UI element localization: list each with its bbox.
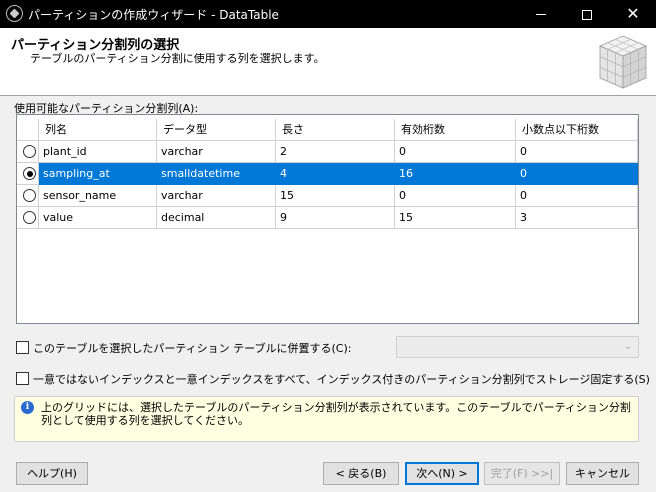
app-icon (6, 5, 23, 22)
scale-cell: 0 (516, 141, 638, 163)
grid-header-length[interactable]: 長さ (276, 119, 395, 141)
storage-align-option[interactable]: 一意ではないインデックスと一意インデックスをすべて、インデックス付きのパーティシ… (16, 370, 650, 388)
scale-cell: 0 (516, 163, 638, 185)
precision-cell: 15 (395, 207, 516, 229)
info-icon: i (21, 401, 34, 414)
window-title: パーティションの作成ウィザード - DataTable (28, 8, 279, 22)
row-select-cell[interactable] (17, 207, 39, 229)
storage-align-label[interactable]: 一意ではないインデックスと一意インデックスをすべて、インデックス付きのパーティシ… (33, 371, 650, 387)
close-button[interactable]: ✕ (610, 0, 656, 28)
row-radio[interactable] (23, 189, 36, 202)
precision-cell: 16 (395, 163, 516, 185)
data-type-cell: smalldatetime (157, 163, 276, 185)
collocate-label[interactable]: このテーブルを選択したパーティション テーブルに併置する(C): (33, 340, 351, 356)
partition-columns-grid[interactable]: 列名 データ型 長さ 有効桁数 小数点以下桁数 plant_id varchar… (16, 114, 639, 324)
title-bar: パーティションの作成ウィザード - DataTable ✕ (0, 0, 656, 28)
partition-cube-icon (598, 35, 648, 89)
minimize-button[interactable] (518, 0, 564, 28)
collocate-checkbox[interactable] (16, 341, 29, 354)
table-row[interactable]: sensor_name varchar 15 0 0 (17, 185, 638, 207)
cancel-button[interactable]: キャンセル (566, 462, 639, 485)
row-select-cell[interactable] (17, 185, 39, 207)
help-button[interactable]: ヘルプ(H) (16, 462, 88, 485)
collocate-table-combo[interactable]: ⌄ (396, 336, 639, 358)
grid-header-column-name[interactable]: 列名 (39, 119, 157, 141)
column-name-cell: sampling_at (39, 163, 157, 185)
length-cell: 9 (276, 207, 395, 229)
info-panel: i 上のグリッドには、選択したテーブルのパーティション分割列が表示されています。… (14, 396, 639, 442)
data-type-cell: decimal (157, 207, 276, 229)
chevron-down-icon: ⌄ (623, 341, 632, 352)
length-cell: 15 (276, 185, 395, 207)
maximize-icon (582, 9, 592, 20)
grid-header-select (17, 119, 39, 141)
precision-cell: 0 (395, 185, 516, 207)
next-button[interactable]: 次へ(N) > (405, 462, 479, 485)
column-name-cell: sensor_name (39, 185, 157, 207)
scale-cell: 0 (516, 185, 638, 207)
length-cell: 4 (276, 163, 395, 185)
table-row[interactable]: value decimal 9 15 3 (17, 207, 638, 229)
finish-button[interactable]: 完了(F) >>| (484, 462, 560, 485)
grid-header-row: 列名 データ型 長さ 有効桁数 小数点以下桁数 (17, 119, 638, 141)
storage-align-checkbox[interactable] (16, 372, 29, 385)
row-radio[interactable] (23, 145, 36, 158)
close-icon: ✕ (626, 4, 640, 23)
maximize-button[interactable] (564, 0, 610, 28)
minimize-icon (536, 14, 546, 15)
row-select-cell[interactable] (17, 141, 39, 163)
info-text: 上のグリッドには、選択したテーブルのパーティション分割列が表示されています。この… (41, 401, 631, 427)
row-radio[interactable] (23, 211, 36, 224)
collocate-option[interactable]: このテーブルを選択したパーティション テーブルに併置する(C): (16, 339, 386, 357)
grid-header-data-type[interactable]: データ型 (157, 119, 276, 141)
grid-header-scale[interactable]: 小数点以下桁数 (516, 119, 638, 141)
precision-cell: 0 (395, 141, 516, 163)
data-type-cell: varchar (157, 185, 276, 207)
row-radio[interactable] (23, 167, 36, 180)
page-subtitle: テーブルのパーティション分割に使用する列を選択します。 (30, 52, 325, 65)
row-select-cell[interactable] (17, 163, 39, 185)
table-row[interactable]: plant_id varchar 2 0 0 (17, 141, 638, 163)
table-row[interactable]: sampling_at smalldatetime 4 16 0 (17, 163, 638, 185)
grid-header-precision[interactable]: 有効桁数 (395, 119, 516, 141)
wizard-header: パーティション分割列の選択 テーブルのパーティション分割に使用する列を選択します… (0, 28, 656, 96)
scale-cell: 3 (516, 207, 638, 229)
back-button[interactable]: < 戻る(B) (323, 462, 399, 485)
length-cell: 2 (276, 141, 395, 163)
column-name-cell: value (39, 207, 157, 229)
column-name-cell: plant_id (39, 141, 157, 163)
data-type-cell: varchar (157, 141, 276, 163)
